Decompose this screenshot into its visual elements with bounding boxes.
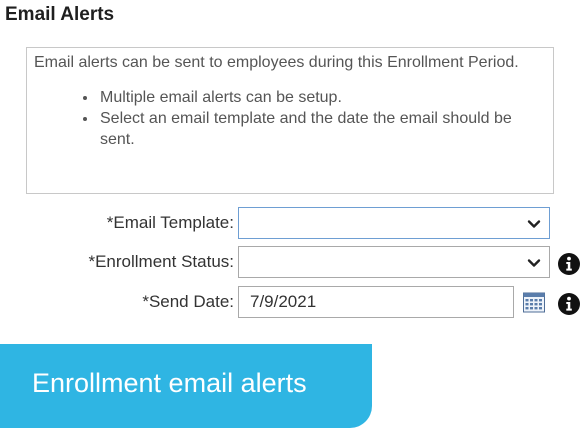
caption-banner: Enrollment email alerts bbox=[0, 344, 372, 428]
info-box: Email alerts can be sent to employees du… bbox=[26, 47, 554, 194]
email-template-row: *Email Template: bbox=[0, 207, 586, 239]
info-icon[interactable] bbox=[557, 252, 581, 276]
info-intro: Email alerts can be sent to employees du… bbox=[34, 54, 519, 71]
info-bullet-item: Multiple email alerts can be setup. bbox=[98, 87, 546, 108]
info-icon[interactable] bbox=[557, 292, 581, 316]
caption-text: Enrollment email alerts bbox=[32, 368, 307, 398]
chevron-down-icon bbox=[527, 259, 541, 267]
enrollment-status-label: *Enrollment Status: bbox=[0, 246, 234, 278]
required-marker: * bbox=[142, 292, 149, 311]
email-template-label-text: Email Template: bbox=[113, 213, 234, 232]
email-template-select[interactable] bbox=[238, 207, 550, 239]
send-date-input[interactable]: 7/9/2021 bbox=[238, 286, 514, 318]
send-date-row: *Send Date: 7/9/2021 bbox=[0, 286, 586, 318]
enrollment-status-row: *Enrollment Status: bbox=[0, 246, 586, 278]
send-date-label-text: Send Date: bbox=[148, 292, 234, 311]
enrollment-status-label-text: Enrollment Status: bbox=[95, 252, 234, 271]
enrollment-status-select[interactable] bbox=[238, 246, 550, 278]
email-template-label: *Email Template: bbox=[0, 207, 234, 239]
chevron-down-icon bbox=[527, 220, 541, 228]
info-bullet-item: Select an email template and the date th… bbox=[98, 108, 546, 150]
send-date-label: *Send Date: bbox=[0, 286, 234, 318]
section-title: Email Alerts bbox=[5, 4, 115, 25]
calendar-icon[interactable] bbox=[522, 290, 546, 314]
info-bullet-list: Multiple email alerts can be setup. Sele… bbox=[34, 87, 546, 150]
